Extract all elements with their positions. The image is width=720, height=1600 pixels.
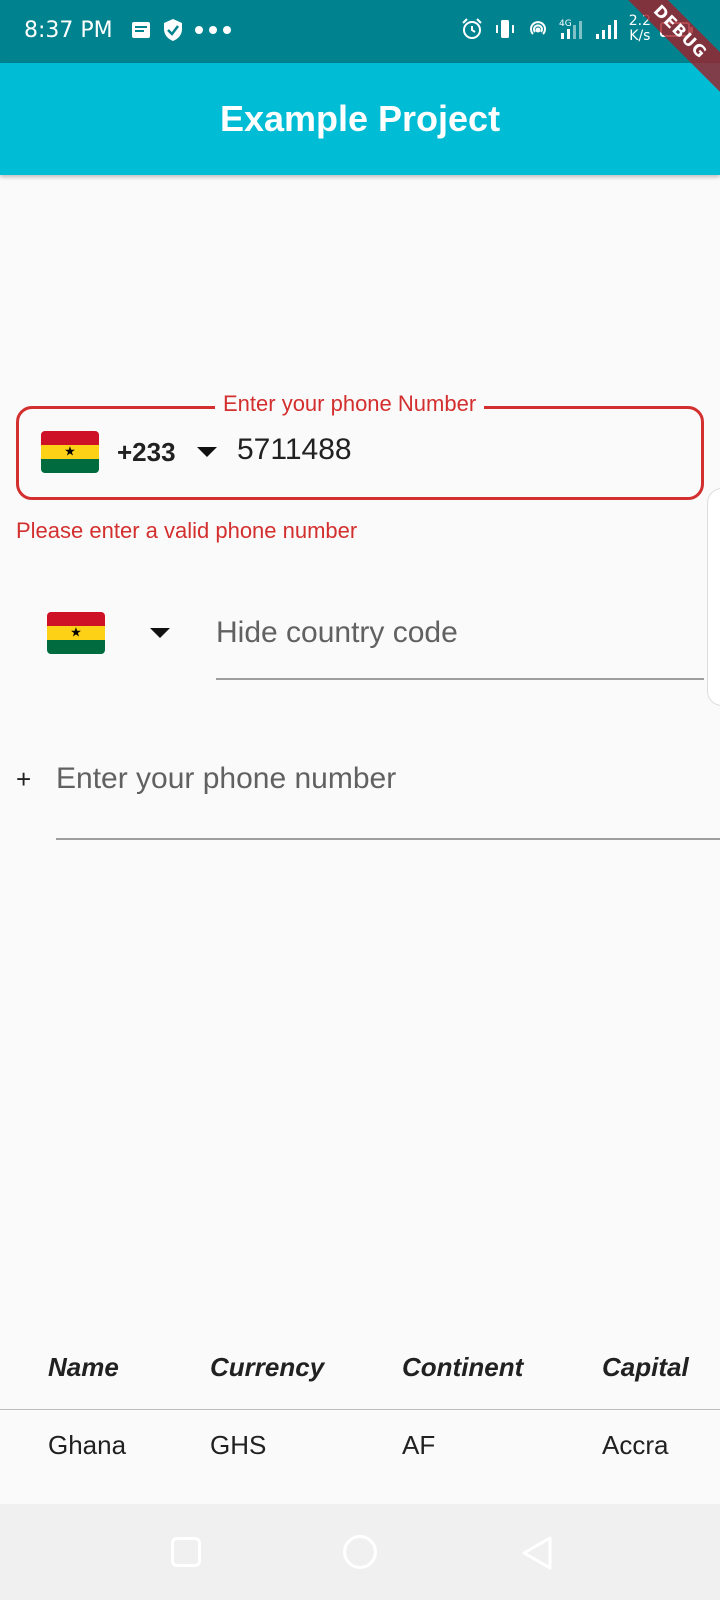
signal-icon bbox=[595, 20, 617, 39]
table-row: Ghana GHS AF Accra bbox=[0, 1410, 720, 1504]
phone-field-label: Enter your phone Number bbox=[215, 391, 485, 417]
table-cell: Ghana bbox=[48, 1430, 127, 1460]
table-header: Name Currency Continent Capital bbox=[0, 1310, 720, 1410]
ghana-flag-icon[interactable]: ★ bbox=[41, 431, 99, 473]
home-button[interactable] bbox=[343, 1535, 377, 1569]
phone-number-input[interactable]: Enter your phone number bbox=[56, 756, 720, 840]
notes-icon bbox=[132, 22, 150, 38]
svg-text:4G: 4G bbox=[559, 19, 572, 29]
phone-number-field[interactable]: Enter your phone Number ★ +233 5711488 bbox=[16, 391, 704, 500]
speed-unit: K/s bbox=[629, 28, 651, 44]
phone-input[interactable]: 5711488 bbox=[237, 433, 352, 467]
table-cell: AF bbox=[402, 1430, 436, 1460]
side-edge-handle[interactable] bbox=[707, 488, 720, 706]
hide-country-code-input[interactable]: Hide country code bbox=[216, 610, 704, 680]
navigation-bar bbox=[0, 1504, 720, 1600]
status-left-icons bbox=[130, 18, 232, 42]
table-cell: GHS bbox=[210, 1430, 267, 1460]
back-button[interactable] bbox=[520, 1535, 554, 1571]
hotspot-icon bbox=[529, 21, 546, 35]
app-bar: Example Project bbox=[0, 63, 720, 175]
alarm-icon bbox=[462, 18, 482, 39]
column-header-continent: Continent bbox=[402, 1352, 524, 1382]
column-header-capital: Capital bbox=[602, 1352, 689, 1382]
dial-code[interactable]: +233 bbox=[117, 437, 176, 468]
table-cell: Accra bbox=[602, 1430, 669, 1460]
more-dots-icon bbox=[195, 26, 231, 34]
status-time: 8:37 PM bbox=[24, 18, 113, 43]
chevron-down-icon[interactable] bbox=[197, 447, 217, 457]
app-title: Example Project bbox=[219, 98, 501, 139]
country-table: Name Currency Continent Capital Ghana GH… bbox=[0, 1310, 720, 1504]
recents-button[interactable] bbox=[171, 1537, 201, 1567]
column-header-name: Name bbox=[48, 1352, 119, 1382]
status-bar: 8:37 PM 4G 2.2 K/s bbox=[0, 0, 720, 63]
shield-check-icon bbox=[164, 19, 182, 41]
vibrate-icon bbox=[495, 20, 514, 38]
phone-error-message: Please enter a valid phone number bbox=[16, 518, 358, 543]
ghana-flag-icon[interactable]: ★ bbox=[47, 612, 105, 654]
signal-4g-icon: 4G bbox=[559, 19, 582, 39]
plus-prefix: + bbox=[16, 764, 32, 794]
column-header-currency: Currency bbox=[210, 1352, 325, 1382]
chevron-down-icon[interactable] bbox=[150, 628, 170, 638]
